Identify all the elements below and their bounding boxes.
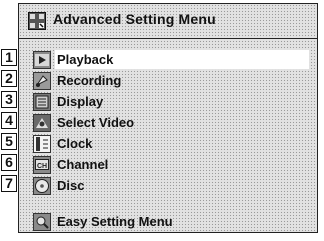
menu-item-label: Channel	[57, 157, 109, 172]
channel-icon: CH	[33, 156, 51, 174]
callout-number-6: 6	[1, 154, 17, 171]
easy-setting-label: Easy Setting Menu	[57, 214, 173, 229]
select-video-icon	[33, 114, 51, 132]
callout-number-7: 7	[1, 175, 17, 192]
menu-item-channel[interactable]: CH Channel	[19, 155, 317, 175]
recording-icon	[33, 72, 51, 90]
menu-item-label: Display	[57, 94, 104, 109]
menu-item-label: Clock	[57, 136, 93, 151]
advanced-setting-menu-window: Advanced Setting Menu Playback Recording…	[18, 3, 318, 233]
menu-title: Advanced Setting Menu	[53, 11, 216, 27]
display-icon	[33, 93, 51, 111]
menu-item-disc[interactable]: Disc	[19, 176, 317, 196]
svg-text:CH: CH	[37, 163, 47, 170]
menu-item-easy-setting[interactable]: Easy Setting Menu	[19, 211, 317, 233]
menu-item-playback[interactable]: Playback	[19, 50, 317, 70]
menu-item-clock[interactable]: Clock	[19, 134, 317, 154]
menu-title-bar: Advanced Setting Menu	[19, 4, 317, 39]
easy-setting-icon	[33, 213, 51, 231]
menu-item-label: Playback	[57, 52, 114, 67]
callout-number-3: 3	[1, 91, 17, 108]
menu-item-label: Disc	[57, 178, 85, 193]
playback-icon	[33, 51, 51, 69]
disc-icon	[33, 177, 51, 195]
callout-number-4: 4	[1, 112, 17, 129]
menu-item-select-video[interactable]: Select Video	[19, 113, 317, 133]
callout-number-1: 1	[1, 49, 17, 66]
clock-icon	[33, 135, 51, 153]
settings-grid-icon	[28, 12, 46, 30]
callout-number-5: 5	[1, 133, 17, 150]
menu-item-display[interactable]: Display	[19, 92, 317, 112]
callout-number-2: 2	[1, 70, 17, 87]
menu-item-recording[interactable]: Recording	[19, 71, 317, 91]
menu-item-label: Recording	[57, 73, 122, 88]
menu-item-label: Select Video	[57, 115, 135, 130]
